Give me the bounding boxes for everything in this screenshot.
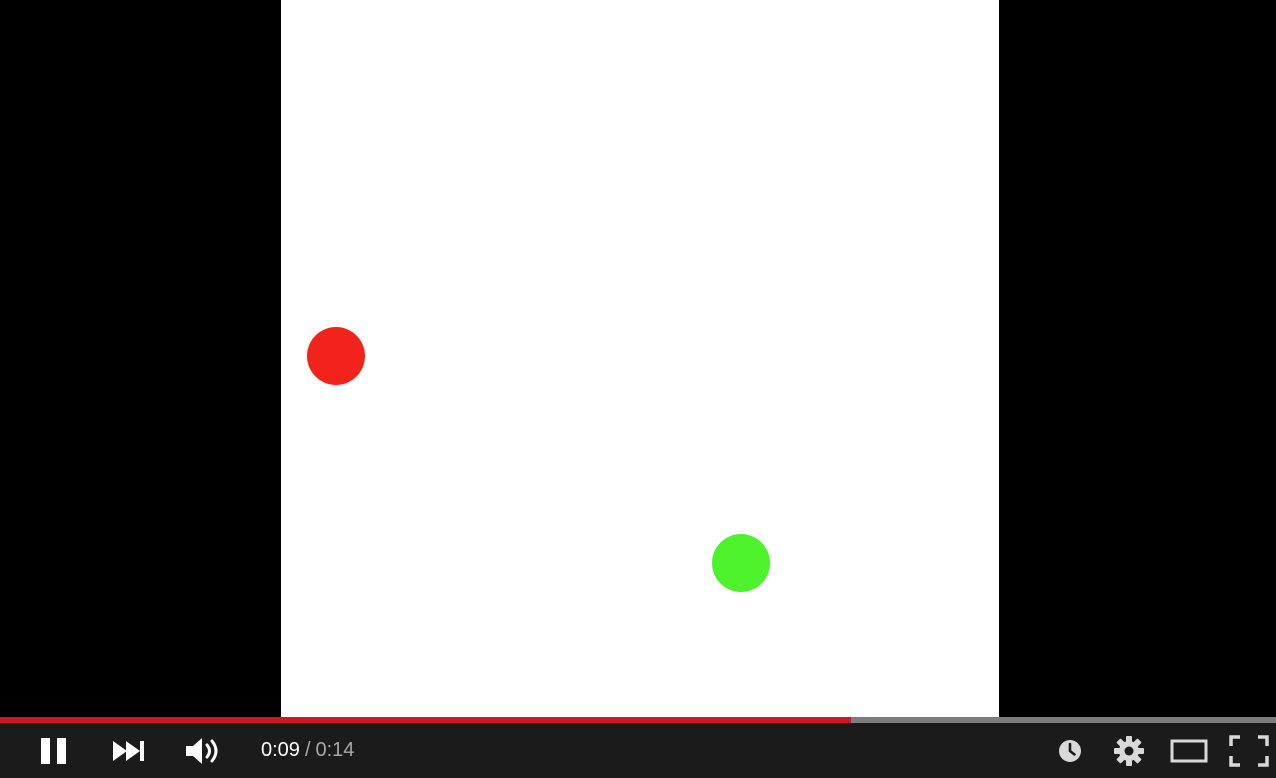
pause-icon <box>41 737 66 764</box>
next-icon <box>113 740 144 761</box>
volume-button[interactable] <box>176 723 232 778</box>
theater-mode-button[interactable] <box>1166 723 1212 778</box>
settings-button[interactable] <box>1108 723 1150 778</box>
volume-icon <box>186 737 218 764</box>
next-button[interactable] <box>104 723 154 778</box>
fullscreen-button[interactable] <box>1224 723 1274 778</box>
settings-gear-icon <box>1114 735 1144 766</box>
red-dot <box>307 327 365 385</box>
control-bar: 0:09 / 0:14 <box>0 723 1276 778</box>
current-time: 0:09 <box>261 739 300 761</box>
fullscreen-icon <box>1229 734 1269 767</box>
theater-mode-icon <box>1170 739 1208 762</box>
video-frame[interactable] <box>281 0 999 717</box>
duration-time: 0:14 <box>315 739 355 761</box>
watch-later-button[interactable] <box>1052 723 1088 778</box>
video-player: 0:09 / 0:14 <box>0 0 1276 778</box>
pause-button[interactable] <box>28 723 80 778</box>
time-display: 0:09 / 0:14 <box>261 723 354 778</box>
green-dot <box>712 534 770 592</box>
time-separator: / <box>304 739 311 761</box>
watch-later-icon <box>1059 739 1081 762</box>
